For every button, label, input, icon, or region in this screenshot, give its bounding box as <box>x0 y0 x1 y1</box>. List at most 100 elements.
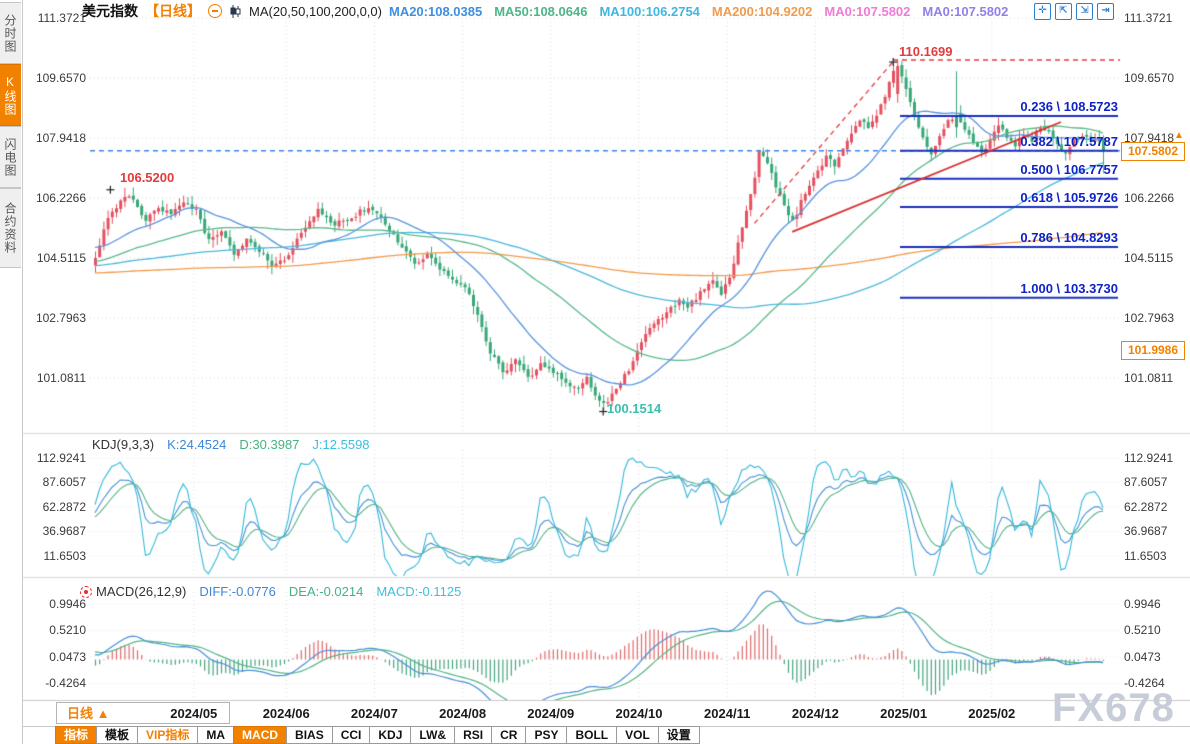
macd-title: MACD(26,12,9) <box>96 584 186 599</box>
kdj-axis-label-left: 62.2872 <box>22 500 86 514</box>
local-high-label: 106.5200 <box>120 170 174 185</box>
sidebar-item-4[interactable]: 合约资料 <box>0 188 21 268</box>
date-label: 2024/09 <box>516 706 586 721</box>
tab-模板[interactable]: 模板 <box>96 726 138 744</box>
kdj-axis-label-right: 112.9241 <box>1124 451 1173 465</box>
ma-legend-item-6: MA0:107.5802 <box>922 4 1008 19</box>
tab-BOLL[interactable]: BOLL <box>566 726 617 744</box>
indicator-tabs: 指标模板VIP指标MAMACDBIASCCIKDJLW&RSICRPSYBOLL… <box>56 726 700 744</box>
tab-VIP指标[interactable]: VIP指标 <box>137 726 198 744</box>
main-chart-canvas[interactable] <box>0 0 1190 744</box>
price-axis-label-left: 111.3721 <box>22 11 86 25</box>
tab-MA[interactable]: MA <box>197 726 234 744</box>
fib-level-label: 1.000 \ 103.3730 <box>1020 281 1118 296</box>
price-axis-label-left: 101.0811 <box>22 371 86 385</box>
ma-legend-item-5: MA0:107.5802 <box>824 4 910 19</box>
ma-legend-item-3: MA100:106.2754 <box>599 4 699 19</box>
kdj-axis-label-right: 87.6057 <box>1124 475 1167 489</box>
collapse-icon[interactable] <box>208 4 222 18</box>
date-label: 2024/11 <box>692 706 762 721</box>
tab-RSI[interactable]: RSI <box>454 726 492 744</box>
secondary-price-marker: 101.9986 <box>1121 341 1185 360</box>
swing-low-label: 100.1514 <box>607 401 661 416</box>
pan-icon[interactable]: ✛ <box>1034 3 1051 20</box>
date-label: 2024/10 <box>604 706 674 721</box>
current-price-marker: 107.5802 <box>1121 142 1185 161</box>
tab-CCI[interactable]: CCI <box>332 726 371 744</box>
kdj-axis-label-right: 36.9687 <box>1124 524 1167 538</box>
date-label: 2025/02 <box>957 706 1027 721</box>
fib-level-label: 0.500 \ 106.7757 <box>1020 162 1118 177</box>
macd-axis-label-left: -0.4264 <box>22 676 86 690</box>
price-axis-label-left: 102.7963 <box>22 311 86 325</box>
macd-axis-label-right: 0.0473 <box>1124 650 1161 664</box>
kdj-axis-label-left: 87.6057 <box>22 475 86 489</box>
kdj-header: KDJ(9,3,3) K:24.4524 D:30.3987 J:12.5598 <box>92 437 370 452</box>
kdj-axis-label-right: 11.6503 <box>1124 549 1167 563</box>
tab-VOL[interactable]: VOL <box>616 726 659 744</box>
macd-axis-label-right: 0.9946 <box>1124 597 1161 611</box>
chart-toolbar: ✛⇱⇲⇥ <box>1034 3 1114 20</box>
sidebar-item-1[interactable]: 分时图 <box>0 2 21 64</box>
kline-chart-app: 分时图K线图闪电图合约资料 美元指数 【日线】 MA(20,50,100,200… <box>0 0 1190 744</box>
macd-axis-label-left: 0.9946 <box>22 597 86 611</box>
kdj-k-value: K:24.4524 <box>167 437 226 452</box>
tab-LW&[interactable]: LW& <box>410 726 455 744</box>
kdj-axis-label-right: 62.2872 <box>1124 500 1167 514</box>
restore-icon[interactable]: ⇥ <box>1097 3 1114 20</box>
macd-axis-label-right: -0.4264 <box>1124 676 1165 690</box>
sidebar-item-2[interactable]: K线图 <box>0 64 21 126</box>
fib-level-label: 0.786 \ 104.8293 <box>1020 230 1118 245</box>
scale-right-axis-icon[interactable]: ⇲ <box>1076 3 1093 20</box>
tab-指标[interactable]: 指标 <box>55 726 97 744</box>
period-tag: 【日线】 <box>145 1 201 21</box>
symbol-title: 美元指数 <box>82 1 138 21</box>
macd-header: MACD(26,12,9) DIFF:-0.0776 DEA:-0.0214 M… <box>96 584 461 599</box>
tab-MACD[interactable]: MACD <box>233 726 287 744</box>
left-sidebar: 分时图K线图闪电图合约资料 <box>0 0 23 744</box>
price-axis-label-left: 107.9418 <box>22 131 86 145</box>
swing-high-label: 110.1699 <box>899 44 953 59</box>
kdj-axis-label-left: 36.9687 <box>22 524 86 538</box>
chart-header: 美元指数 【日线】 MA(20,50,100,200,0,0) MA20:108… <box>82 2 1008 20</box>
macd-macd-value: MACD:-0.1125 <box>376 584 461 599</box>
scale-left-axis-icon[interactable]: ⇱ <box>1055 3 1072 20</box>
price-axis-label-right: 111.3721 <box>1124 11 1172 25</box>
ma-legend-item-2: MA50:108.0646 <box>494 4 587 19</box>
sidebar-item-3[interactable]: 闪电图 <box>0 126 21 188</box>
price-axis-label-right: 104.5115 <box>1124 251 1173 265</box>
kdj-j-value: J:12.5598 <box>312 437 369 452</box>
tab-CR[interactable]: CR <box>491 726 526 744</box>
kline-icon <box>229 5 242 18</box>
price-axis-label-right: 106.2266 <box>1124 191 1174 205</box>
price-axis-label-right: 101.0811 <box>1124 371 1173 385</box>
watermark: FX678 <box>1052 686 1175 731</box>
kdj-title: KDJ(9,3,3) <box>92 437 154 452</box>
kdj-d-value: D:30.3987 <box>239 437 299 452</box>
tab-BIAS[interactable]: BIAS <box>286 726 333 744</box>
price-up-arrow-icon: ▲ <box>1174 130 1184 141</box>
ma-formula: MA(20,50,100,200,0,0) <box>249 4 382 19</box>
fib-level-label: 0.236 \ 108.5723 <box>1020 99 1118 114</box>
tab-PSY[interactable]: PSY <box>525 726 567 744</box>
macd-axis-label-left: 0.5210 <box>22 623 86 637</box>
date-label: 2024/08 <box>428 706 498 721</box>
date-label: 2024/12 <box>780 706 850 721</box>
macd-axis-label-left: 0.0473 <box>22 650 86 664</box>
macd-diff-value: DIFF:-0.0776 <box>199 584 276 599</box>
fib-level-label: 0.618 \ 105.9726 <box>1020 190 1118 205</box>
price-axis-label-right: 109.6570 <box>1124 71 1174 85</box>
price-axis-label-right: 102.7963 <box>1124 311 1174 325</box>
date-label: 2024/07 <box>339 706 409 721</box>
price-axis-label-left: 106.2266 <box>22 191 86 205</box>
ma-legend-item-1: MA20:108.0385 <box>389 4 482 19</box>
date-label: 2024/06 <box>251 706 321 721</box>
ma-legend: MA20:108.0385 MA50:108.0646 MA100:106.2754… <box>389 4 1008 19</box>
macd-dea-value: DEA:-0.0214 <box>289 584 363 599</box>
kdj-axis-label-left: 11.6503 <box>22 549 86 563</box>
date-label: 2025/01 <box>869 706 939 721</box>
tab-KDJ[interactable]: KDJ <box>369 726 411 744</box>
tab-设置[interactable]: 设置 <box>658 726 700 744</box>
price-axis-label-left: 104.5115 <box>22 251 86 265</box>
ma-legend-item-4: MA200:104.9202 <box>712 4 812 19</box>
